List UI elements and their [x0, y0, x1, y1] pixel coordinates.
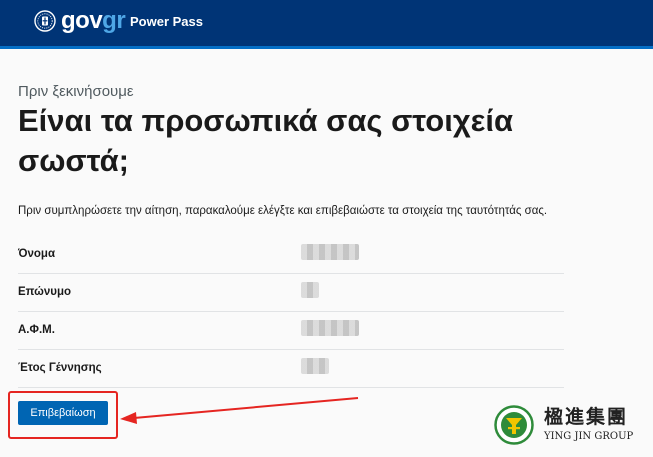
watermark-chinese: 楹進集團	[544, 406, 629, 428]
detail-value-obscured	[301, 282, 319, 298]
greek-emblem-icon	[34, 10, 56, 32]
detail-label: Επώνυμο	[18, 286, 72, 298]
detail-label: Α.Φ.Μ.	[18, 324, 55, 336]
detail-label: Όνομα	[18, 248, 56, 260]
detail-row-afm: Α.Φ.Μ.	[18, 312, 564, 350]
detail-value-obscured	[301, 358, 329, 374]
page-title: Είναι τα προσωπικά σας στοιχεία σωστά;	[18, 103, 514, 178]
site-header: govgr Power Pass	[0, 0, 653, 46]
logo-gr-text: gr	[102, 7, 126, 34]
detail-value-obscured	[301, 320, 359, 336]
watermark-english: YING JIN GROUP	[544, 431, 634, 442]
app-name[interactable]: Power Pass	[130, 14, 203, 30]
govgr-logo[interactable]: govgr	[61, 7, 126, 35]
detail-row-surname: Επώνυμο	[18, 274, 564, 312]
detail-row-birth-year: Έτος Γέννησης	[18, 350, 564, 388]
detail-label: Έτος Γέννησης	[18, 362, 102, 374]
company-logo-icon	[494, 405, 534, 445]
detail-value-obscured	[301, 244, 359, 260]
logo-gov-text: gov	[61, 7, 103, 34]
page-overline: Πριν ξεκινήσουμε	[18, 83, 134, 100]
intro-text: Πριν συμπληρώσετε την αίτηση, παρακαλούμ…	[18, 205, 548, 217]
detail-row-name: Όνομα	[18, 236, 564, 274]
confirm-button[interactable]: Επιβεβαίωση	[18, 401, 108, 425]
